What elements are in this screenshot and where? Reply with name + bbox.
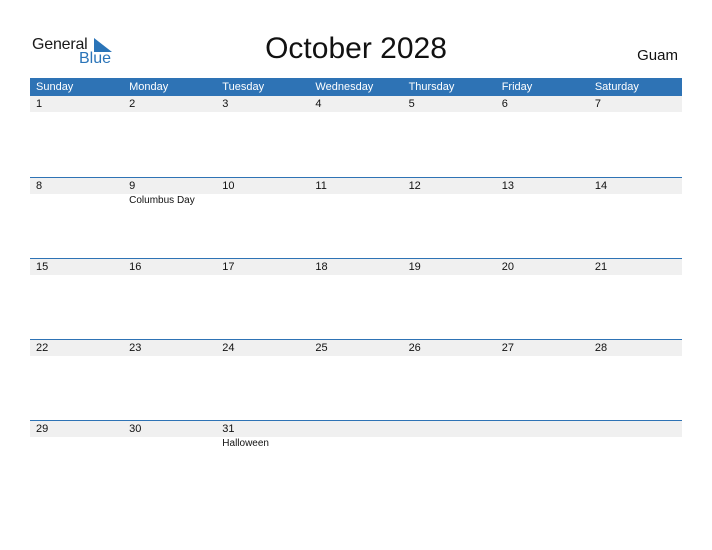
day-cell: 26 [402, 340, 496, 420]
day-cell: 18 [309, 259, 403, 339]
day-cell [402, 421, 496, 501]
day-cell: 4 [309, 96, 403, 177]
calendar-grid: Sunday Monday Tuesday Wednesday Thursday… [30, 78, 682, 501]
day-cell: 30 [123, 421, 217, 501]
week-row: 8 9 Columbus Day 10 11 12 13 14 [30, 177, 682, 258]
day-cell [495, 421, 589, 501]
day-number: 26 [402, 340, 496, 356]
day-cell: 6 [495, 96, 589, 177]
day-number [495, 421, 589, 437]
day-cell: 11 [309, 178, 403, 258]
week-row: 15 16 17 18 19 20 21 [30, 258, 682, 339]
day-number: 24 [216, 340, 310, 356]
day-cell: 2 [123, 96, 217, 177]
day-number: 6 [495, 96, 589, 112]
day-cell: 12 [402, 178, 496, 258]
day-number: 15 [30, 259, 124, 275]
day-number: 14 [588, 178, 682, 194]
day-cell: 20 [495, 259, 589, 339]
day-cell: 14 [588, 178, 682, 258]
week-row: 1234567 [30, 96, 682, 177]
day-cell: 16 [123, 259, 217, 339]
calendar-title: October 2028 [265, 32, 447, 65]
day-number: 10 [216, 178, 310, 194]
weeks-container: 1 2 3 4 5 6 7 8 9 Columbus Day 10 11 12 13 14 15 16 17 18 1… [30, 96, 682, 501]
day-number [309, 421, 403, 437]
day-cell: 19 [402, 259, 496, 339]
day-cell: 13 [495, 178, 589, 258]
day-cell: 25 [309, 340, 403, 420]
day-cell: 23 [123, 340, 217, 420]
day-number: 19 [402, 259, 496, 275]
day-number: 22 [30, 340, 124, 356]
day-number: 31 [216, 421, 310, 437]
day-number: 3 [216, 96, 310, 112]
day-number [588, 421, 682, 437]
weekday-thursday: Thursday [408, 81, 455, 93]
day-number: 28 [588, 340, 682, 356]
weekday-tuesday: Tuesday [222, 81, 265, 93]
day-number: 12 [402, 178, 496, 194]
day-cell: 29 [30, 421, 124, 501]
day-cell: 17 [216, 259, 310, 339]
country-label: Guam [637, 47, 678, 64]
day-number: 2 [123, 96, 217, 112]
day-cell: 5 [402, 96, 496, 177]
day-number: 9 [123, 178, 217, 194]
day-cell: 21 [588, 259, 682, 339]
day-number: 11 [309, 178, 403, 194]
day-number: 29 [30, 421, 124, 437]
day-number: 17 [216, 259, 310, 275]
day-cell: 10 [216, 178, 310, 258]
week-row: 29 30 31 Halloween [30, 420, 682, 501]
day-number [402, 421, 496, 437]
day-number: 4 [309, 96, 403, 112]
weekday-friday: Friday [501, 81, 533, 93]
day-number: 18 [309, 259, 403, 275]
day-cell: 28 [588, 340, 682, 420]
day-cell: 7 [588, 96, 682, 177]
day-number: 27 [495, 340, 589, 356]
day-number: 30 [123, 421, 217, 437]
day-cell: 9 Columbus Day [123, 178, 217, 258]
day-cell [309, 421, 403, 501]
day-number: 1 [30, 96, 124, 112]
day-cell: 31 Halloween [216, 421, 310, 501]
day-number: 25 [309, 340, 403, 356]
weekday-saturday: Saturday [594, 81, 639, 93]
day-cell: 15 [30, 259, 124, 339]
day-cell: 8 [30, 178, 124, 258]
day-number: 13 [495, 178, 589, 194]
day-cell: 24 [216, 340, 310, 420]
weekday-sunday: Sunday [36, 81, 74, 93]
day-cell [588, 421, 682, 501]
week-row: 22 23 24 25 26 27 28 [30, 339, 682, 420]
day-number: 16 [123, 259, 217, 275]
holiday-label: Halloween [222, 438, 269, 449]
holiday-label: Columbus Day [129, 195, 195, 206]
day-number: 7 [588, 96, 682, 112]
weekday-header: Sunday Monday Tuesday Wednesday Thursday… [30, 78, 682, 96]
day-number: 8 [30, 178, 124, 194]
day-number: 23 [123, 340, 217, 356]
day-number: 20 [495, 259, 589, 275]
day-cell: 3 [216, 96, 310, 177]
weekday-monday: Monday [129, 81, 169, 93]
day-cell: 22 [30, 340, 124, 420]
day-cell: 27 [495, 340, 589, 420]
day-cell: 1 [30, 96, 124, 177]
day-number: 21 [588, 259, 682, 275]
weekday-wednesday: Wednesday [315, 81, 374, 93]
day-number: 5 [402, 96, 496, 112]
